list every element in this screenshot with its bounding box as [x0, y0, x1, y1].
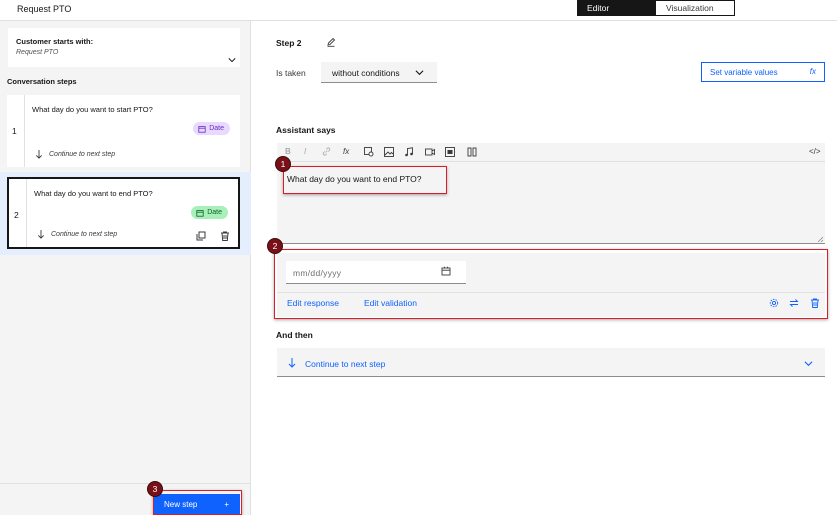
iframe-icon[interactable] — [445, 147, 455, 157]
customer-starts-card[interactable]: Customer starts with: Request PTO — [8, 28, 240, 67]
date-tag: Date — [193, 122, 230, 135]
function-icon: fx — [809, 67, 816, 76]
step-card-2[interactable]: 2 What day do you want to end PTO? Date … — [7, 177, 240, 249]
step-next: Continue to next step — [37, 230, 117, 239]
annotation-badge-1: 1 — [275, 156, 291, 172]
steps-heading: Conversation steps — [7, 77, 77, 86]
video-icon[interactable] — [425, 147, 435, 157]
annotation-badge-2: 2 — [267, 238, 283, 254]
date-tag: Date — [191, 206, 228, 219]
arrow-down-icon — [288, 358, 296, 368]
annotation-box-3 — [153, 490, 242, 515]
conversation-sidebar: Request PTO Customer starts with: Reques… — [0, 0, 251, 515]
step-question: What day do you want to start PTO? — [32, 105, 153, 114]
action-title: Request PTO — [0, 0, 251, 21]
image-icon[interactable] — [384, 147, 394, 157]
tag-label: Date — [209, 125, 224, 132]
tab-editor[interactable]: Editor — [577, 0, 655, 16]
is-taken-label: Is taken — [276, 68, 306, 78]
step-number: 1 — [12, 126, 17, 136]
rich-text-toolbar: B I fx </> — [277, 143, 825, 162]
step-title: Step 2 — [276, 38, 302, 48]
set-variable-label: Set variable values — [710, 68, 778, 77]
continue-to-next-step-label[interactable]: Continue to next step — [305, 359, 385, 369]
pencil-icon[interactable] — [326, 37, 336, 47]
arrow-down-icon — [37, 230, 45, 239]
step-actions — [196, 231, 230, 241]
audio-icon[interactable] — [404, 147, 414, 157]
bold-button[interactable]: B — [285, 147, 291, 156]
function-button[interactable]: fx — [343, 147, 349, 156]
step-question: What day do you want to end PTO? — [34, 189, 153, 198]
duplicate-icon[interactable] — [196, 231, 206, 241]
annotation-box-2 — [274, 249, 828, 319]
step-next-label: Continue to next step — [51, 231, 118, 238]
chevron-down-icon[interactable] — [804, 359, 813, 368]
step-divider — [24, 95, 25, 167]
step-divider — [26, 179, 27, 247]
link-icon[interactable] — [322, 147, 331, 156]
italic-button[interactable]: I — [304, 147, 306, 156]
chevron-down-icon[interactable] — [228, 56, 236, 64]
annotation-badge-3: 3 — [147, 481, 163, 497]
step-next: Continue to next step — [35, 150, 115, 159]
calendar-icon — [198, 125, 206, 133]
chevron-down-icon — [415, 70, 424, 76]
set-variable-values-button[interactable]: Set variable values fx — [701, 62, 825, 82]
step-card-1[interactable]: 1 What day do you want to start PTO? Dat… — [7, 95, 240, 167]
annotation-box-1 — [283, 166, 447, 194]
image-search-icon[interactable] — [364, 147, 374, 157]
starts-with-value: Request PTO — [16, 49, 59, 56]
resize-handle-icon[interactable] — [817, 236, 824, 243]
trash-icon[interactable] — [220, 231, 230, 241]
calendar-icon — [196, 209, 204, 217]
arrow-down-icon — [35, 150, 43, 159]
editor-topbar: Editor Visualization — [251, 0, 837, 21]
columns-icon[interactable] — [467, 147, 477, 157]
and-then-heading: And then — [276, 330, 313, 340]
starts-with-label: Customer starts with: — [16, 37, 94, 46]
code-view-button[interactable]: </> — [809, 147, 821, 156]
step-number: 2 — [14, 210, 19, 220]
step-next-label: Continue to next step — [49, 151, 116, 158]
sidebar-footer-divider — [0, 483, 251, 484]
tab-visualization[interactable]: Visualization — [655, 0, 735, 16]
tag-label: Date — [207, 209, 222, 216]
assistant-says-heading: Assistant says — [276, 125, 336, 135]
